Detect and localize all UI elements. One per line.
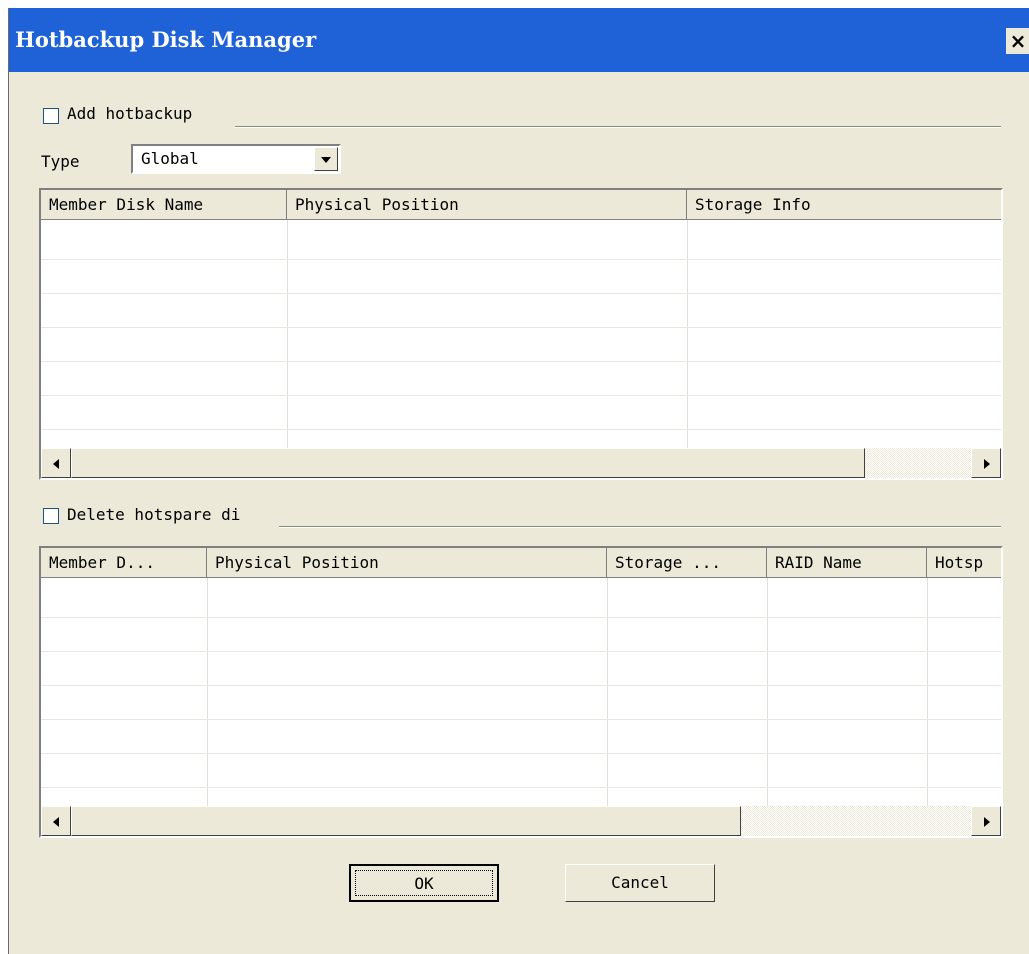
type-label: Type <box>41 152 80 171</box>
arrow-right-icon <box>984 459 990 469</box>
table-row <box>41 787 1001 788</box>
column-header[interactable]: RAID Name <box>767 548 927 578</box>
close-button[interactable]: × <box>1006 28 1029 54</box>
dropdown-button[interactable] <box>314 147 338 171</box>
table-row <box>41 651 1001 652</box>
column-header[interactable]: Member D... <box>41 548 207 578</box>
grid-line <box>607 578 608 806</box>
scroll-thumb[interactable] <box>71 448 865 478</box>
table-row <box>41 719 1001 720</box>
table-row <box>41 327 1001 328</box>
group-divider <box>235 126 1001 128</box>
table-row <box>41 293 1001 294</box>
table-row <box>41 753 1001 754</box>
arrow-left-icon <box>53 817 59 827</box>
grid-line <box>767 578 768 806</box>
add-hotbackup-checkbox[interactable] <box>43 108 59 124</box>
column-header[interactable]: Storage Info <box>687 190 1001 220</box>
arrow-right-icon <box>984 817 990 827</box>
scroll-right-button[interactable] <box>971 806 1001 836</box>
scroll-left-button[interactable] <box>41 448 71 478</box>
table-row <box>41 259 1001 260</box>
table-row <box>41 617 1001 618</box>
grid-line <box>207 578 208 806</box>
title-bar[interactable]: Hotbackup Disk Manager × <box>9 8 1029 72</box>
table-row <box>41 429 1001 430</box>
cancel-button-label: Cancel <box>611 873 669 892</box>
focus-rectangle <box>355 870 493 896</box>
ok-button[interactable]: OK <box>349 864 499 902</box>
column-header[interactable]: Member Disk Name <box>41 190 287 220</box>
grid-line <box>287 220 288 448</box>
type-select[interactable]: Global <box>131 144 341 174</box>
grid-line <box>927 578 928 806</box>
horizontal-scrollbar[interactable] <box>41 806 1001 836</box>
column-header[interactable]: Physical Position <box>287 190 687 220</box>
add-hotbackup-label: Add hotbackup <box>67 104 193 123</box>
grid-line <box>687 220 688 448</box>
delete-hotspare-label: Delete hotspare di <box>67 505 241 524</box>
scroll-track[interactable] <box>741 806 971 836</box>
horizontal-scrollbar[interactable] <box>41 448 1001 478</box>
hotspare-disks-table[interactable]: Member D... Physical Position Storage ..… <box>39 546 1003 838</box>
table-row <box>41 395 1001 396</box>
scroll-thumb[interactable] <box>71 806 741 836</box>
column-header[interactable]: Storage ... <box>607 548 767 578</box>
column-header[interactable]: Hotsp <box>927 548 1001 578</box>
window-title: Hotbackup Disk Manager <box>15 27 317 52</box>
scroll-track[interactable] <box>865 448 971 478</box>
chevron-down-icon <box>321 157 331 163</box>
available-disks-table[interactable]: Member Disk Name Physical Position Stora… <box>39 188 1003 480</box>
delete-hotspare-checkbox[interactable] <box>43 508 59 524</box>
table-row <box>41 685 1001 686</box>
scroll-right-button[interactable] <box>971 448 1001 478</box>
hotbackup-dialog: Hotbackup Disk Manager × Add hotbackup T… <box>8 8 1029 954</box>
group-divider <box>279 526 1001 528</box>
cancel-button[interactable]: Cancel <box>565 864 715 902</box>
scroll-left-button[interactable] <box>41 806 71 836</box>
arrow-left-icon <box>53 459 59 469</box>
column-header[interactable]: Physical Position <box>207 548 607 578</box>
table-row <box>41 361 1001 362</box>
type-select-value: Global <box>141 149 199 168</box>
